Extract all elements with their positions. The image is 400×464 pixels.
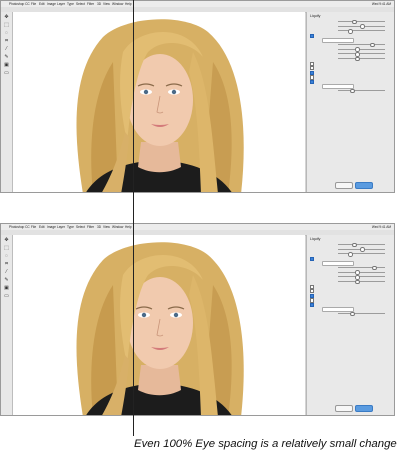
eyedropper-tool-icon[interactable]: ⁄ xyxy=(4,269,10,275)
caption: Even 100% Eye spacing is a relatively sm… xyxy=(134,438,397,450)
lasso-tool-icon[interactable]: ◌ xyxy=(4,30,10,36)
slider-track[interactable] xyxy=(338,253,385,255)
eraser-tool-icon[interactable]: ▭ xyxy=(4,293,10,299)
image-canvas[interactable] xyxy=(13,12,305,192)
stamp-tool-icon[interactable]: ▣ xyxy=(4,62,10,68)
screenshot-before: Photoshop CC File Edit Image Layer Type … xyxy=(0,0,395,193)
screenshot-after: Photoshop CC File Edit Image Layer Type … xyxy=(0,223,395,416)
portrait-image xyxy=(13,235,305,415)
ok-button[interactable] xyxy=(355,182,373,189)
toolbar: ✥ ⬚ ◌ ⌗ ⁄ ✎ ▣ ▭ xyxy=(1,12,13,192)
panel-buttons xyxy=(307,405,394,412)
panel-slider-row xyxy=(310,88,391,94)
liquify-panel: Liquify xyxy=(306,235,394,415)
slider-track[interactable] xyxy=(338,280,385,282)
slider-track[interactable] xyxy=(338,43,385,45)
slider-track[interactable] xyxy=(338,244,385,245)
move-tool-icon[interactable]: ✥ xyxy=(4,14,10,20)
slider-track[interactable] xyxy=(338,89,385,91)
slider-track[interactable] xyxy=(338,53,385,55)
lasso-tool-icon[interactable]: ◌ xyxy=(4,253,10,259)
slider-track[interactable] xyxy=(338,57,385,59)
slider-track[interactable] xyxy=(338,21,385,22)
panel-buttons xyxy=(307,182,394,189)
eyedropper-tool-icon[interactable]: ⁄ xyxy=(4,46,10,52)
portrait-image xyxy=(13,12,305,192)
eraser-tool-icon[interactable]: ▭ xyxy=(4,70,10,76)
panel-title: Liquify xyxy=(310,237,321,241)
crop-tool-icon[interactable]: ⌗ xyxy=(4,261,10,267)
slider-track[interactable] xyxy=(338,266,385,268)
slider-knob[interactable] xyxy=(350,88,355,94)
marquee-tool-icon[interactable]: ⬚ xyxy=(4,245,10,251)
slider-track[interactable] xyxy=(338,48,385,50)
ok-button[interactable] xyxy=(355,405,373,412)
slider-track[interactable] xyxy=(338,276,385,278)
stamp-tool-icon[interactable]: ▣ xyxy=(4,285,10,291)
slider-track[interactable] xyxy=(338,30,385,32)
crop-tool-icon[interactable]: ⌗ xyxy=(4,38,10,44)
move-tool-icon[interactable]: ✥ xyxy=(4,237,10,243)
toolbar: ✥ ⬚ ◌ ⌗ ⁄ ✎ ▣ ▭ xyxy=(1,235,13,415)
brush-tool-icon[interactable]: ✎ xyxy=(4,54,10,60)
cancel-button[interactable] xyxy=(335,405,353,412)
cancel-button[interactable] xyxy=(335,182,353,189)
image-canvas[interactable] xyxy=(13,235,305,415)
slider-track[interactable] xyxy=(338,271,385,273)
marquee-tool-icon[interactable]: ⬚ xyxy=(4,22,10,28)
panel-slider-row xyxy=(310,311,391,317)
slider-track[interactable] xyxy=(338,312,385,314)
comparison-divider-line xyxy=(133,0,134,436)
slider-knob[interactable] xyxy=(350,311,355,317)
panel-title: Liquify xyxy=(310,14,321,18)
brush-tool-icon[interactable]: ✎ xyxy=(4,277,10,283)
liquify-panel: Liquify xyxy=(306,12,394,192)
